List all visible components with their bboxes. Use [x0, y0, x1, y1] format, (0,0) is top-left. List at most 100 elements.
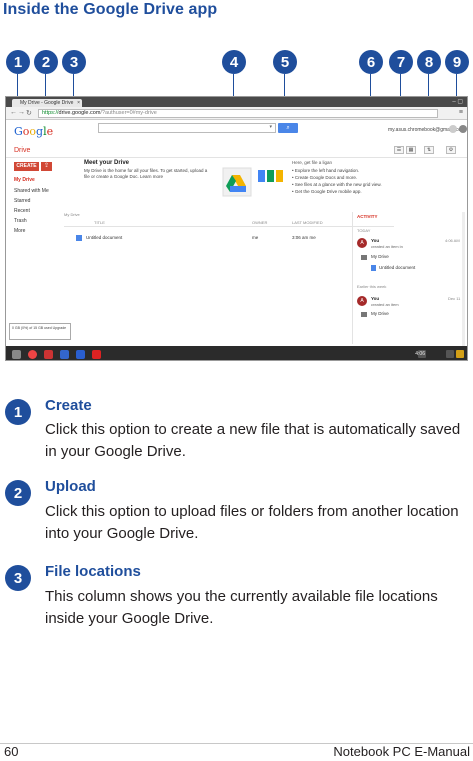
sidebar-item-my-drive[interactable]: My Drive	[14, 177, 35, 183]
callout-3: 3	[62, 50, 86, 74]
file-modified: 3:06 am me	[292, 235, 316, 240]
docs-icon[interactable]	[76, 350, 85, 359]
google-logo: Google	[14, 125, 53, 138]
search-icon: ⌕	[286, 125, 290, 131]
tip-item: • Explore the left hand navigation.	[292, 168, 360, 173]
column-owner[interactable]: OWNER	[252, 220, 267, 225]
activity-time: 4:06 AM	[445, 238, 460, 243]
callout-6: 6	[359, 50, 383, 74]
activity-folder[interactable]: My Drive	[371, 311, 389, 316]
table-row[interactable]: Untitled document me 3:06 am me	[64, 233, 394, 243]
scrollbar[interactable]	[462, 212, 465, 352]
youtube-icon[interactable]	[92, 350, 101, 359]
desc-badge-3: 3	[5, 565, 31, 591]
url-host: drive.google.com	[58, 110, 101, 116]
sidebar-item-shared[interactable]: Shared with Me	[14, 188, 49, 194]
activity-user: You	[371, 238, 380, 243]
sort-icon[interactable]: ⇅	[424, 146, 434, 154]
forward-icon[interactable]: →	[18, 109, 25, 116]
sidebar-item-trash[interactable]: Trash	[14, 218, 27, 224]
search-options-icon[interactable]: ▾	[269, 124, 272, 130]
wifi-icon[interactable]	[446, 350, 454, 358]
search-app-icon[interactable]	[60, 350, 69, 359]
activity-file[interactable]: Untitled document	[379, 265, 415, 270]
url-scheme: https://	[42, 110, 59, 116]
create-button[interactable]: CREATE	[14, 162, 39, 171]
avatar[interactable]	[459, 125, 467, 133]
avatar: A	[357, 238, 367, 248]
folder-icon	[361, 255, 367, 260]
upload-icon: ⇪	[43, 163, 50, 169]
callout-4: 4	[222, 50, 246, 74]
upload-heading: Upload	[45, 478, 96, 495]
window-controls-icon[interactable]: – ▢	[452, 98, 463, 105]
grid-view-icon[interactable]: ▦	[406, 146, 416, 154]
breadcrumb[interactable]: My Drive	[64, 212, 80, 217]
activity-desc: created an item	[371, 302, 399, 307]
file-locations-heading: File locations	[45, 563, 141, 580]
callout-2: 2	[34, 50, 58, 74]
sidebar-item-starred[interactable]: Starred	[14, 198, 30, 204]
folder-icon	[361, 312, 367, 317]
column-modified[interactable]: LAST MODIFIED	[292, 220, 323, 225]
file-locations-description: This column shows you the currently avai…	[45, 588, 438, 627]
tips-title: Here, get file a ligan	[292, 160, 333, 165]
create-heading: Create	[45, 397, 92, 414]
callout-9: 9	[445, 50, 469, 74]
tip-item: • See files at a glance with the new gri…	[292, 182, 382, 187]
upload-description: Click this option to upload files or fol…	[45, 503, 459, 542]
reload-icon[interactable]: ↻	[26, 109, 32, 117]
meet-title: Meet your Drive	[84, 160, 130, 166]
tip-item: • Create Google Docs and more.	[292, 175, 358, 180]
callout-5: 5	[273, 50, 297, 74]
launcher-icon[interactable]	[12, 350, 21, 359]
manual-name: Notebook PC E-Manual	[333, 744, 470, 759]
tab-title: My Drive - Google Drive	[20, 100, 74, 106]
create-description: Click this option to create a new file t…	[45, 421, 461, 460]
taskbar: 4:06	[6, 346, 467, 360]
url-path: /?authuser=0#my-drive	[100, 110, 157, 116]
browser-menu-icon[interactable]: ≡	[459, 109, 463, 116]
sidebar-item-recent[interactable]: Recent	[14, 208, 30, 214]
divider	[6, 157, 467, 158]
meet-text: My Drive is the home for all your files.…	[84, 168, 208, 179]
activity-user: You	[371, 296, 380, 301]
activity-desc: created an item in	[371, 244, 403, 249]
clock[interactable]: 4:06	[415, 351, 425, 357]
desc-badge-1: 1	[5, 399, 31, 425]
browser-tabbar: My Drive - Google Drive × – ▢	[6, 97, 467, 107]
callout-1: 1	[6, 50, 30, 74]
activity-tab[interactable]: ACTIVITY	[357, 214, 378, 219]
back-icon[interactable]: ←	[10, 109, 17, 116]
settings-gear-icon[interactable]: ⚙	[446, 146, 456, 154]
sidebar-item-more[interactable]: More	[14, 228, 25, 234]
avatar: A	[357, 296, 367, 306]
logo-letter: G	[14, 125, 23, 138]
storage-info[interactable]: 0 GB (0%) of 15 GB used Upgrade	[9, 323, 71, 340]
activity-folder[interactable]: My Drive	[371, 254, 389, 259]
search-button[interactable]: ⌕	[278, 123, 298, 133]
callout-7: 7	[389, 50, 413, 74]
file-title[interactable]: Untitled document	[86, 235, 122, 240]
avatar[interactable]	[456, 350, 464, 358]
doc-types-icon	[258, 170, 283, 182]
address-bar: ← → ↻ https://drive.google.com/?authuser…	[6, 107, 467, 120]
document-icon	[76, 235, 82, 241]
browser-tab[interactable]: My Drive - Google Drive ×	[12, 99, 82, 107]
search-input[interactable]: ▾	[98, 123, 276, 133]
page-number: 60	[4, 744, 19, 759]
page-title: Inside the Google Drive app	[3, 1, 218, 18]
activity-pane: ACTIVITY TODAY A You created an item in …	[352, 212, 464, 344]
list-view-icon[interactable]: ☰	[394, 146, 404, 154]
gmail-icon[interactable]	[44, 350, 53, 359]
apps-icon[interactable]	[449, 125, 457, 133]
url-input[interactable]: https://drive.google.com/?authuser=0#my-…	[38, 109, 438, 118]
activity-time: Dec 11	[448, 296, 461, 301]
tab-close-icon[interactable]: ×	[77, 99, 80, 107]
chrome-icon[interactable]	[28, 350, 37, 359]
document-icon	[371, 265, 376, 271]
column-title[interactable]: TITLE	[94, 220, 105, 225]
logo-letter: e	[46, 125, 54, 138]
desc-badge-2: 2	[5, 480, 31, 506]
upload-button[interactable]: ⇪	[41, 162, 52, 171]
